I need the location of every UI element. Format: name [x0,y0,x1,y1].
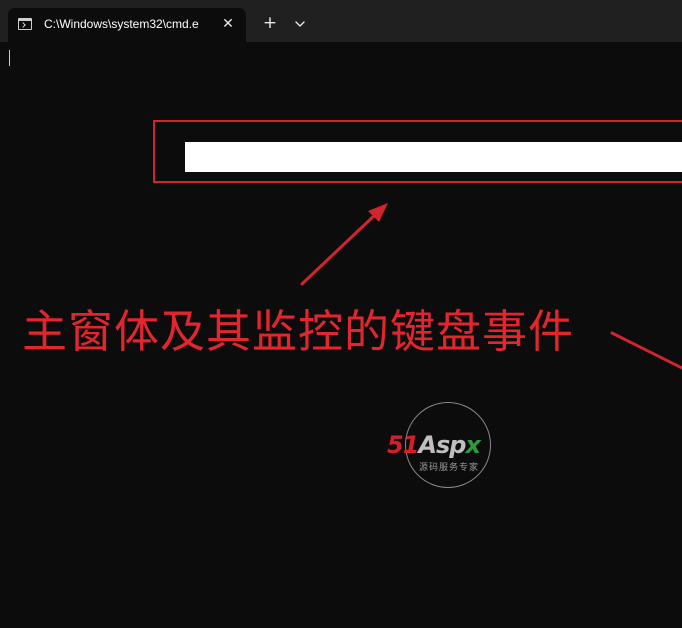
text-cursor [9,50,10,66]
arrow-up-line [300,210,380,286]
chevron-down-icon[interactable] [291,15,309,33]
highlight-box [153,120,682,183]
terminal-icon [18,18,32,30]
tab-title: C:\Windows\system32\cmd.e [44,17,199,31]
terminal-window: C:\Windows\system32\cmd.e ✕ + 主窗体及其监控的键盘… [0,0,682,628]
arrow-up-head [368,203,388,222]
watermark-51: 51 [387,431,419,459]
watermark-x: x [465,431,481,459]
new-tab-button[interactable]: + [259,13,281,35]
watermark-asp: Asp [418,431,466,459]
tab-cmd[interactable]: C:\Windows\system32\cmd.e ✕ [8,8,246,42]
annotation-label: 主窗体及其监控的键盘事件 [22,305,575,358]
close-icon[interactable]: ✕ [218,14,238,34]
title-bar: C:\Windows\system32\cmd.e ✕ + [0,0,682,42]
watermark-subtitle: 源码服务专家 [418,463,479,473]
watermark-logo: 51Aspx 源码服务专家 [385,402,513,494]
watermark-text: 51Aspx [387,431,481,459]
arrow-right-line [610,331,682,370]
